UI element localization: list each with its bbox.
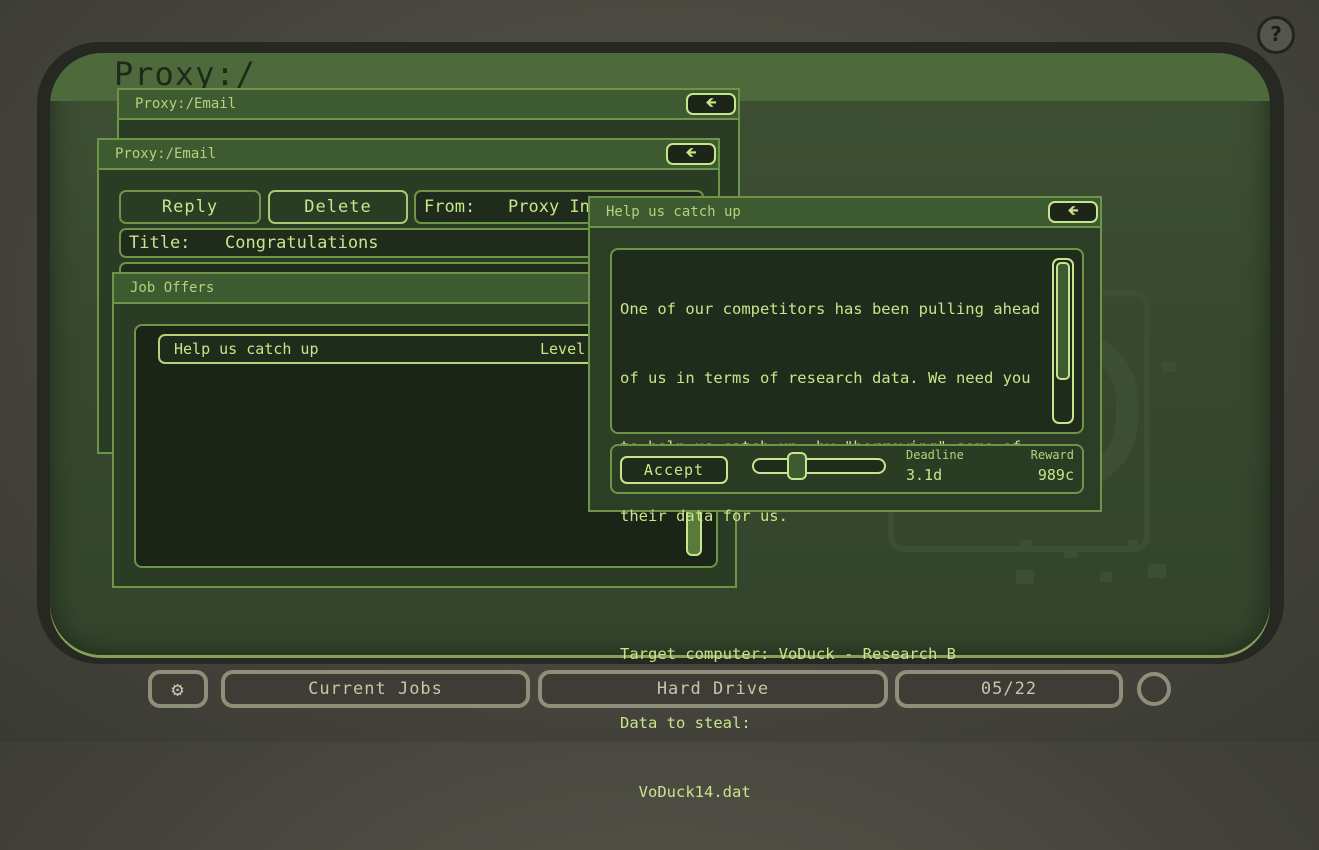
reward-value: 989c: [1037, 466, 1074, 484]
description-line: Data to steal:: [620, 714, 751, 732]
reply-button[interactable]: Reply: [119, 190, 261, 224]
current-jobs-button[interactable]: Current Jobs: [221, 670, 530, 708]
arrow-left-icon: 🡸: [685, 145, 697, 161]
pixel-decoration: [1100, 572, 1112, 582]
from-label: From:: [424, 197, 476, 217]
arrow-left-icon: 🡸: [705, 95, 717, 111]
back-button[interactable]: 🡸: [666, 143, 716, 165]
pixel-decoration: [1162, 362, 1176, 372]
delete-button[interactable]: Delete: [268, 190, 408, 224]
job-detail-window: Help us catch up 🡸 One of our competitor…: [588, 196, 1102, 801]
back-button[interactable]: 🡸: [1048, 201, 1098, 223]
description-line: One of our competitors has been pulling …: [620, 300, 1040, 318]
help-button[interactable]: ?: [1257, 16, 1295, 54]
scrollbar-track[interactable]: [1052, 258, 1074, 424]
email-window-title: Proxy:/Email: [99, 140, 718, 170]
deadline-value: 3.1d: [906, 466, 943, 484]
reward-label: Reward: [1030, 448, 1074, 462]
gear-icon: ⚙: [171, 677, 185, 701]
arrow-left-icon: 🡸: [1067, 203, 1079, 219]
hard-drive-button[interactable]: Hard Drive: [538, 670, 888, 708]
job-description-box: One of our competitors has been pulling …: [610, 248, 1084, 801]
description-line: of us in terms of research data. We need…: [620, 369, 1031, 387]
power-button[interactable]: [1137, 672, 1171, 706]
deadline-label: Deadline: [906, 448, 964, 462]
description-line: [620, 574, 1050, 597]
accept-button[interactable]: Accept: [620, 456, 728, 484]
scrollbar-thumb[interactable]: [1056, 262, 1070, 380]
title-label: Title:: [129, 233, 191, 253]
email-window-back-title: Proxy:/Email: [119, 90, 738, 120]
pixel-decoration: [1148, 564, 1166, 578]
description-line: VoDuck14.dat: [620, 783, 751, 801]
title-value: Congratulations: [225, 233, 379, 253]
description-line: their data for us.: [620, 507, 788, 525]
date-display: 05/22: [895, 670, 1123, 708]
job-slider[interactable]: [752, 452, 886, 480]
slider-thumb[interactable]: [787, 452, 807, 480]
from-value: Proxy Inc: [508, 197, 601, 217]
list-item[interactable]: Help us catch up Level 7: [158, 334, 658, 364]
back-button[interactable]: 🡸: [686, 93, 736, 115]
settings-button[interactable]: ⚙: [148, 670, 208, 708]
job-description: One of our competitors has been pulling …: [620, 252, 1050, 850]
pixel-decoration: [1064, 548, 1078, 558]
pixel-decoration: [1128, 540, 1138, 548]
description-line: Target computer: VoDuck - Research B: [620, 645, 956, 663]
job-action-bar: Accept Deadline 3.1d Reward 989c: [610, 444, 1084, 494]
job-detail-title: Help us catch up: [590, 198, 1100, 228]
job-name: Help us catch up: [174, 340, 319, 358]
